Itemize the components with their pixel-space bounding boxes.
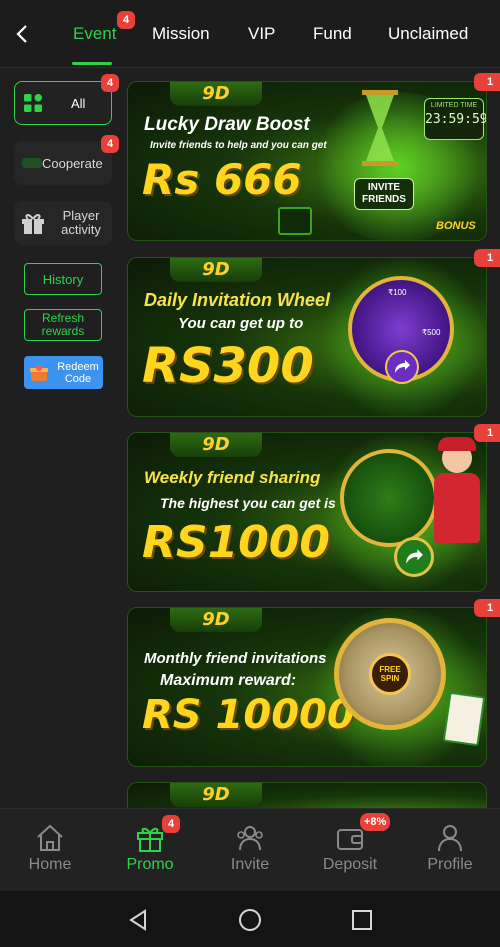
home-circle-icon[interactable]	[238, 908, 262, 932]
brand-logo: 9D	[170, 608, 262, 632]
history-button[interactable]: History	[24, 263, 102, 295]
profile-icon	[438, 825, 462, 852]
tab-event[interactable]: Event	[73, 24, 116, 44]
brand-logo: 9D	[170, 783, 262, 807]
active-tab-indicator	[72, 62, 112, 65]
wheel-segment-label: ₹100	[388, 288, 407, 297]
brand-logo: 9D	[170, 82, 262, 106]
sidebar-item-cooperate[interactable]: Cooperate	[14, 141, 112, 185]
nav-invite[interactable]: Invite	[200, 809, 300, 891]
redeem-gift-icon	[30, 364, 48, 381]
banner-title: Daily Invitation Wheel	[144, 290, 331, 310]
grid-icon	[24, 94, 42, 112]
banner-badge: 1	[474, 73, 500, 91]
banner-badge: 1	[474, 424, 500, 442]
redeem-code-label: Redeem Code	[57, 360, 99, 385]
invite-friends-chip: INVITE FRIENDS	[354, 178, 414, 210]
spin-arrow-icon	[385, 350, 419, 384]
banner-subtitle: The highest you can get is	[160, 495, 336, 511]
bottom-navigation: Home Promo 4 Invite Deposit +8% Profile	[0, 808, 500, 890]
character-illustration	[428, 437, 486, 587]
sidebar-item-all[interactable]: All	[14, 81, 112, 125]
tab-fund[interactable]: Fund	[313, 24, 352, 44]
gift-icon	[22, 214, 44, 234]
handshake-icon	[22, 158, 42, 168]
banner-badge: 1	[474, 599, 500, 617]
banner-subtitle: Invite friends to help and you can get	[150, 140, 327, 151]
nav-label: Home	[28, 856, 72, 873]
banner-amount: Rs 666	[142, 155, 302, 204]
brand-logo: 9D	[170, 258, 262, 282]
banner-amount: RS1000	[142, 517, 331, 568]
chevron-left-icon	[16, 25, 27, 43]
banner-title: Weekly friend sharing	[144, 468, 321, 487]
refresh-rewards-button[interactable]: Refresh rewards	[24, 309, 102, 341]
invite-icon	[237, 826, 263, 851]
tab-unclaimed[interactable]: Unclaimed	[388, 24, 468, 44]
wheel-segment-label: ₹500	[422, 328, 441, 337]
banner-weekly-friend-sharing[interactable]: 9D Weekly friend sharing The highest you…	[127, 432, 487, 592]
bonus-tag: BONUS	[436, 220, 476, 232]
home-icon	[37, 824, 63, 851]
category-sidebar: All 4 Cooperate 4 Player activity Histor…	[0, 69, 122, 807]
banner-title: Lucky Draw Boost	[144, 114, 310, 135]
tab-event-badge: 4	[117, 11, 135, 29]
banner-monthly-friend-invitations[interactable]: 9D Monthly friend invitations Maximum re…	[127, 607, 487, 767]
back-button[interactable]	[8, 20, 36, 48]
prize-wheel-icon	[340, 449, 438, 547]
prize-wheel-icon: FREE SPIN	[334, 618, 446, 730]
banner-subtitle: Maximum reward:	[160, 672, 297, 689]
banner-badge: 1	[474, 249, 500, 267]
banner-daily-invitation-wheel[interactable]: 9D Daily Invitation Wheel You can get up…	[127, 257, 487, 417]
brand-logo: 9D	[170, 433, 262, 457]
sidebar-item-player-activity[interactable]: Player activity	[14, 201, 112, 245]
banner-subtitle: You can get up to	[178, 315, 304, 332]
nav-promo[interactable]: Promo	[100, 809, 200, 891]
sidebar-cooperate-badge: 4	[101, 135, 119, 153]
gift-icon	[137, 827, 163, 852]
nav-label: Promo	[126, 856, 174, 873]
free-spin-center: FREE SPIN	[369, 653, 411, 695]
limited-time-timer: LIMITED TIME 23:59:59	[424, 98, 487, 140]
back-triangle-icon[interactable]	[126, 908, 150, 932]
system-navigation-bar	[0, 891, 500, 947]
hourglass-icon	[360, 90, 400, 166]
nav-profile[interactable]: Profile	[400, 809, 500, 891]
recents-square-icon[interactable]	[350, 908, 374, 932]
sidebar-all-badge: 4	[101, 74, 119, 92]
banner-amount: RS 10000	[142, 692, 355, 738]
sidebar-item-label: All	[71, 95, 86, 111]
redeem-code-button[interactable]: Redeem Code	[24, 356, 103, 389]
nav-label: Invite	[230, 856, 270, 873]
nav-promo-badge: 4	[162, 815, 180, 833]
nav-label: Deposit	[322, 856, 378, 873]
banner-lucky-draw-boost[interactable]: 9D Lucky Draw Boost Invite friends to he…	[127, 81, 487, 241]
banner-amount: RS300	[142, 338, 314, 394]
tab-vip[interactable]: VIP	[248, 24, 275, 44]
timer-label: LIMITED TIME	[430, 102, 478, 109]
top-tab-bar: Event 4 Mission VIP Fund Unclaimed	[0, 0, 500, 68]
tab-mission[interactable]: Mission	[152, 24, 210, 44]
sidebar-item-label: Player activity	[61, 208, 101, 237]
timer-value: 23:59:59	[425, 112, 487, 127]
prize-wheel-icon: ₹100 ₹500	[348, 276, 454, 384]
clipboard-icon	[442, 691, 486, 747]
banner-title: Monthly friend invitations	[144, 650, 327, 667]
gift-box-icon	[278, 207, 312, 235]
nav-deposit-badge: +8%	[360, 813, 391, 831]
nav-label: Profile	[427, 856, 473, 873]
nav-home[interactable]: Home	[0, 809, 100, 891]
sidebar-item-label: Cooperate	[42, 155, 103, 171]
